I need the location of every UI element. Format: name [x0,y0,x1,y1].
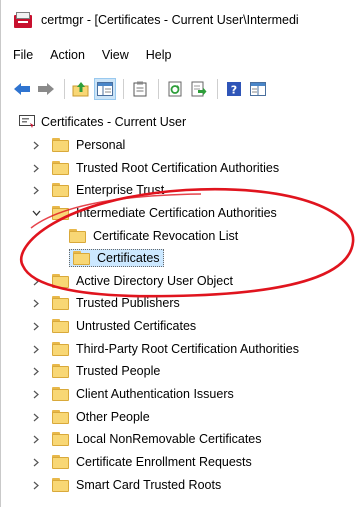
tree-root-label: Certificates - Current User [41,115,187,129]
folder-icon [52,138,69,152]
chevron-right-icon[interactable] [31,163,41,173]
tree-item-label: Certificate Enrollment Requests [76,455,252,469]
toolbar-separator [158,79,159,99]
tree-item-enterprise-trust[interactable]: Enterprise Trust [31,180,164,200]
tree-item-third-party-root[interactable]: Third-Party Root Certification Authoriti… [31,339,299,359]
tree-item-label: Intermediate Certification Authorities [76,206,277,220]
tree-item-enrollment-requests[interactable]: Certificate Enrollment Requests [31,452,252,472]
toolbar-separator [64,79,65,99]
properties-button[interactable] [247,78,269,100]
chevron-right-icon[interactable] [31,140,41,150]
chevron-right-icon[interactable] [31,344,41,354]
title-bar[interactable]: certmgr - [Certificates - Current User\I… [1,0,355,40]
toolbar: ? [1,76,355,102]
tree-item-active-directory[interactable]: Active Directory User Object [31,271,233,291]
refresh-button[interactable] [164,78,186,100]
tree-item-label: Trusted People [76,364,161,378]
back-arrow-icon [14,83,30,95]
forward-button[interactable] [35,78,57,100]
chevron-right-icon[interactable] [31,276,41,286]
folder-icon [52,432,69,446]
export-list-button[interactable] [188,78,210,100]
forward-arrow-icon [38,83,54,95]
tree-item-client-auth-issuers[interactable]: Client Authentication Issuers [31,384,234,404]
folder-icon [52,342,69,356]
tree-item-personal[interactable]: Personal [31,135,125,155]
folder-icon [52,296,69,310]
svg-text:?: ? [231,84,237,97]
menu-view[interactable]: View [102,48,129,62]
folder-icon [52,455,69,469]
folder-icon [52,319,69,333]
tree-item-label: Trusted Publishers [76,296,180,310]
selection-highlight: Certificates [69,249,164,267]
chevron-down-icon[interactable] [31,208,41,218]
tree-item-crl[interactable]: Certificate Revocation List [69,226,238,246]
menu-action[interactable]: Action [50,48,85,62]
toolbar-separator [123,79,124,99]
up-folder-icon [72,82,89,97]
chevron-right-icon[interactable] [31,434,41,444]
tree-item-label: Untrusted Certificates [76,319,197,333]
tree-item-label: Trusted Root Certification Authorities [76,161,280,175]
refresh-icon [168,81,182,97]
tree-item-trusted-people[interactable]: Trusted People [31,361,160,381]
folder-icon [73,251,90,265]
tree-item-trusted-root[interactable]: Trusted Root Certification Authorities [31,158,279,178]
back-button[interactable] [11,78,33,100]
clipboard-button[interactable] [129,78,151,100]
tree-item-smart-card-roots[interactable]: Smart Card Trusted Roots [31,475,221,495]
tree-item-label: Certificates [97,251,160,265]
folder-icon [52,274,69,288]
help-icon: ? [227,82,241,97]
tree-item-untrusted[interactable]: Untrusted Certificates [31,316,196,336]
show-hide-console-tree-button[interactable] [94,78,116,100]
certificate-store-icon [19,115,35,128]
tree-item-intermediate-ca[interactable]: Intermediate Certification Authorities [31,203,277,223]
chevron-right-icon[interactable] [31,389,41,399]
tree-root[interactable]: Certificates - Current User [19,112,186,132]
properties-icon [250,82,266,96]
tree-item-certificates-selected[interactable]: Certificates [69,248,164,268]
tree-item-local-nonremovable[interactable]: Local NonRemovable Certificates [31,429,262,449]
clipboard-icon [133,81,147,97]
tree-item-label: Third-Party Root Certification Authoriti… [76,342,300,356]
tree-item-label: Personal [76,138,126,152]
menu-bar: File Action View Help [1,44,355,66]
folder-icon [52,387,69,401]
tree-item-label: Certificate Revocation List [93,229,239,243]
tree-item-label: Local NonRemovable Certificates [76,432,262,446]
tree-item-other-people[interactable]: Other People [31,407,150,427]
folder-icon [52,161,69,175]
certmgr-app-icon [14,12,32,28]
folder-icon [52,478,69,492]
folder-icon [52,364,69,378]
chevron-right-icon[interactable] [31,480,41,490]
show-hide-tree-icon [97,82,113,96]
folder-icon [69,229,86,243]
chevron-right-icon[interactable] [31,321,41,331]
tree-item-label: Active Directory User Object [76,274,233,288]
up-one-level-button[interactable] [70,78,92,100]
folder-icon [52,183,69,197]
tree-item-label: Client Authentication Issuers [76,387,234,401]
tree-item-label: Smart Card Trusted Roots [76,478,222,492]
tree-item-label: Enterprise Trust [76,183,165,197]
chevron-right-icon[interactable] [31,366,41,376]
export-list-icon [191,81,207,97]
menu-file[interactable]: File [13,48,33,62]
folder-icon [52,206,69,220]
chevron-right-icon[interactable] [31,298,41,308]
chevron-right-icon[interactable] [31,412,41,422]
tree-item-label: Other People [76,410,150,424]
chevron-right-icon[interactable] [31,457,41,467]
chevron-right-icon[interactable] [31,185,41,195]
menu-help[interactable]: Help [146,48,172,62]
tree-item-trusted-publishers[interactable]: Trusted Publishers [31,293,180,313]
toolbar-separator [217,79,218,99]
folder-icon [52,410,69,424]
window-title: certmgr - [Certificates - Current User\I… [41,13,299,27]
app-window: certmgr - [Certificates - Current User\I… [0,0,355,507]
help-button[interactable]: ? [223,78,245,100]
